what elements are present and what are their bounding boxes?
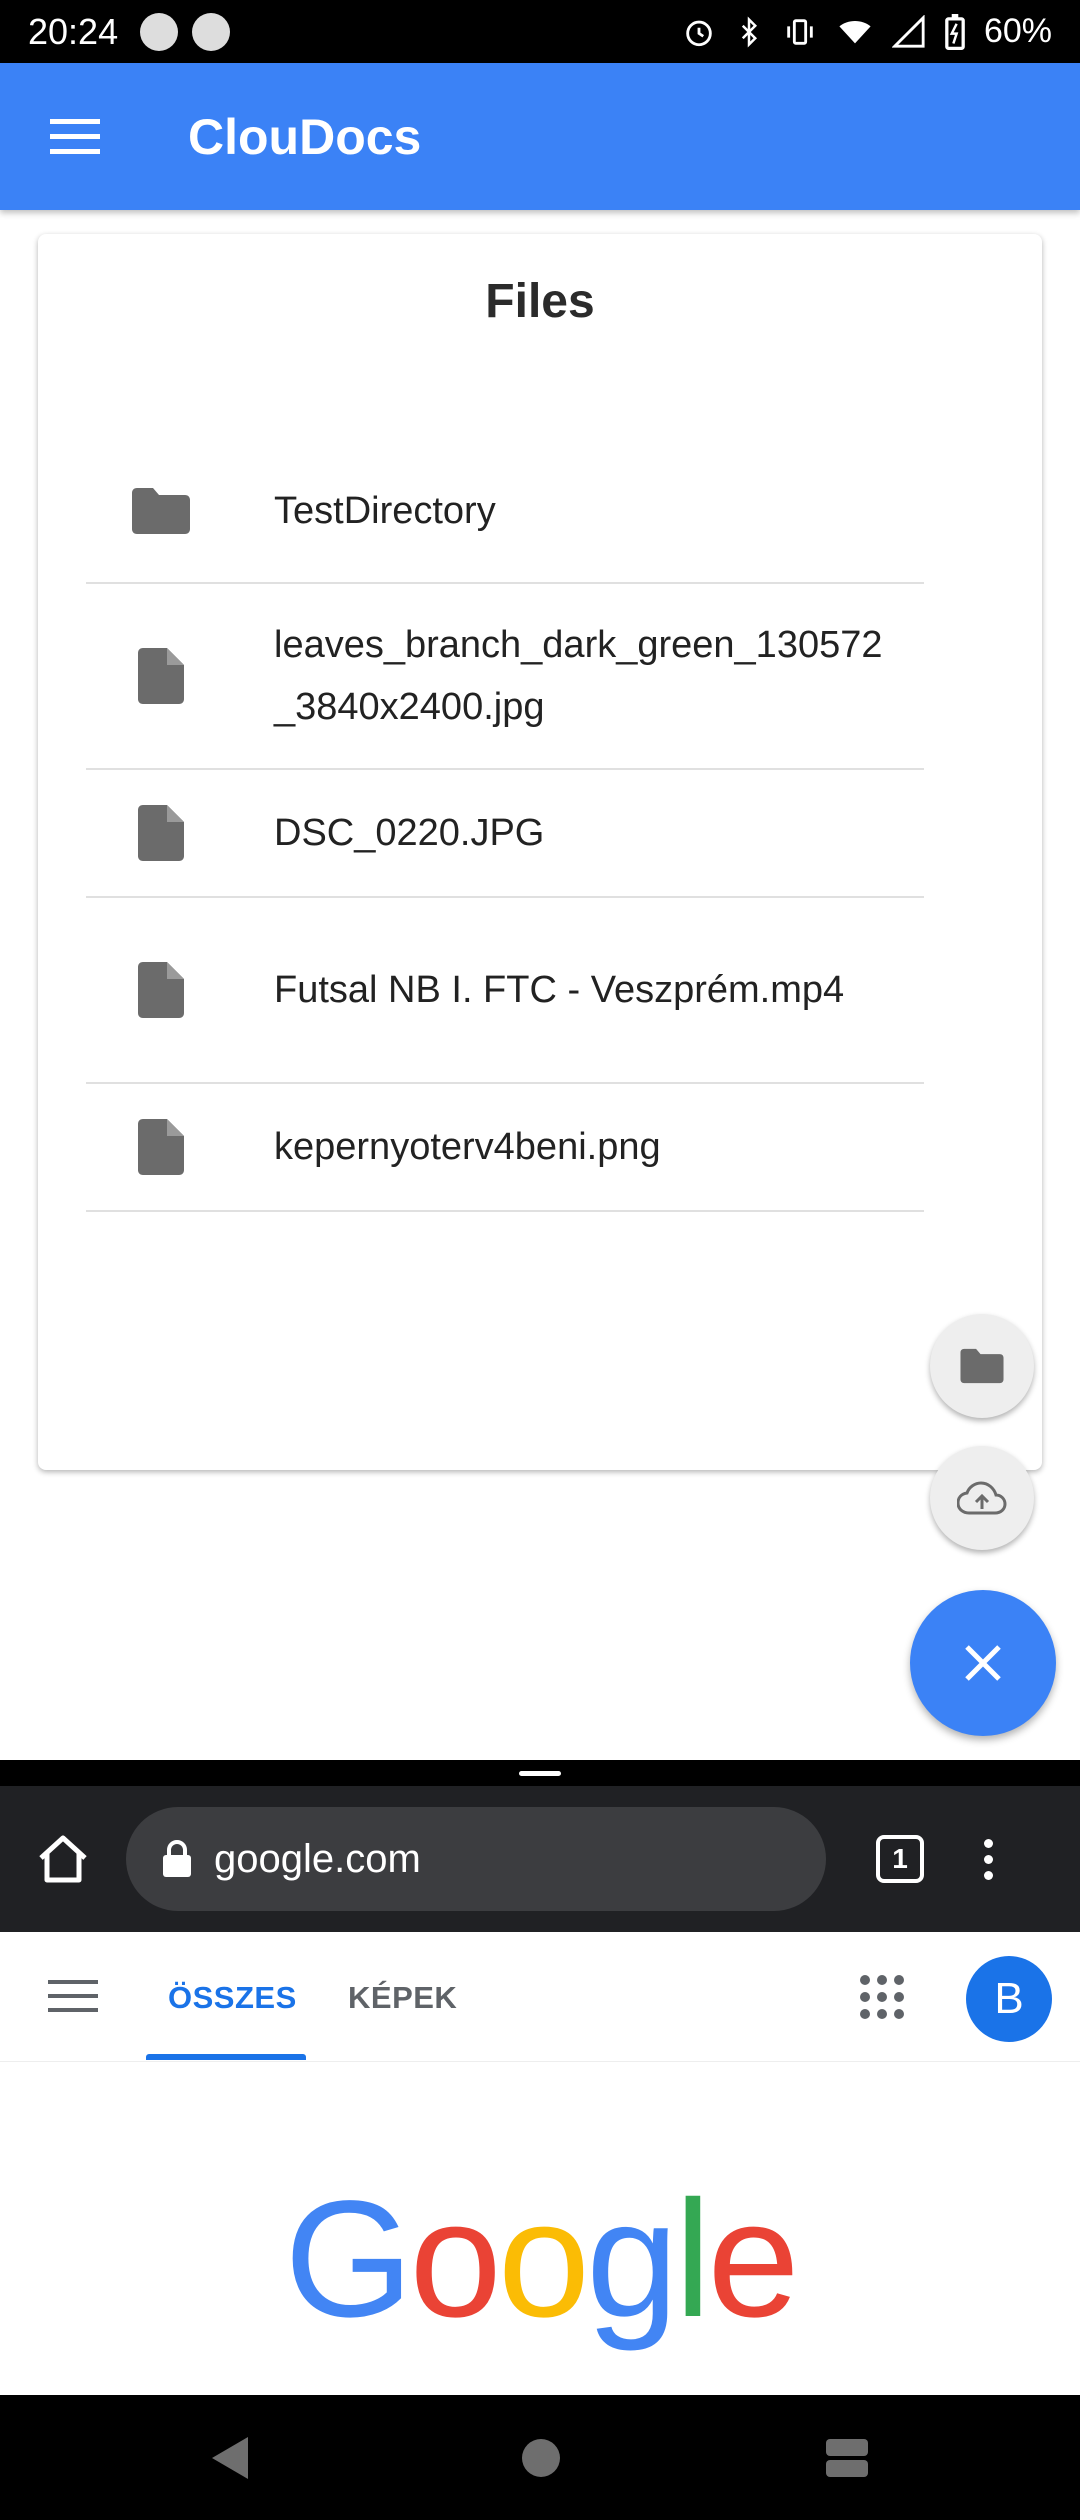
folder-icon xyxy=(960,1348,1004,1384)
folder-icon xyxy=(132,488,190,534)
tab-count: 1 xyxy=(892,1843,908,1874)
file-name: leaves_branch_dark_green_130572_3840x240… xyxy=(274,624,883,728)
active-tab-indicator xyxy=(146,2054,306,2060)
folder-row[interactable]: TestDirectory xyxy=(86,440,924,584)
file-icon xyxy=(138,1119,184,1175)
notification-icons xyxy=(140,12,231,51)
google-logo: Google xyxy=(284,2167,799,2352)
notification-icon xyxy=(192,12,231,51)
file-name: kepernyoterv4beni.png xyxy=(274,1126,661,1168)
more-options-icon[interactable] xyxy=(984,1838,993,1880)
file-name: TestDirectory xyxy=(274,490,496,532)
wifi-icon xyxy=(839,20,871,43)
google-header: ÖSSZES KÉPEK B xyxy=(0,1932,1080,2062)
alarm-icon xyxy=(686,20,712,46)
files-heading: Files xyxy=(485,275,595,328)
menu-button[interactable] xyxy=(0,63,150,210)
tab-images[interactable]: KÉPEK xyxy=(348,1980,457,2016)
app-title: ClouDocs xyxy=(188,108,422,165)
file-row[interactable]: DSC_0220.JPG xyxy=(86,770,924,898)
cloud-upload-icon xyxy=(957,1481,1007,1515)
menu-icon xyxy=(50,118,100,154)
tab-switcher-button[interactable]: 1 xyxy=(876,1835,924,1883)
battery-icon xyxy=(945,13,965,50)
lock-icon xyxy=(162,1840,192,1878)
battery-percent: 60% xyxy=(983,12,1052,50)
back-icon[interactable] xyxy=(208,2435,252,2481)
browser-toolbar: google.com 1 xyxy=(0,1786,1080,1932)
notification-icon xyxy=(140,12,179,51)
avatar[interactable]: B xyxy=(966,1956,1052,2042)
home-icon xyxy=(39,1835,87,1883)
url-text: google.com xyxy=(214,1836,421,1881)
app-bar: ClouDocs xyxy=(0,63,1080,210)
file-row[interactable]: leaves_branch_dark_green_130572_3840x240… xyxy=(86,584,924,770)
file-row[interactable]: Futsal NB I. FTC - Veszprém.mp4 xyxy=(86,898,924,1084)
status-bar: 20:24 60% xyxy=(0,0,1080,63)
file-icon xyxy=(138,648,184,704)
system-navigation-bar xyxy=(0,2395,1080,2520)
close-icon xyxy=(965,1645,1001,1681)
status-icons: 60% xyxy=(682,12,1052,51)
avatar-letter: B xyxy=(994,1974,1024,2023)
apps-grid-icon[interactable] xyxy=(860,1975,904,2019)
divider-handle[interactable] xyxy=(519,1770,561,1776)
tab-all[interactable]: ÖSSZES xyxy=(168,1980,297,2016)
file-name: DSC_0220.JPG xyxy=(274,812,545,854)
recents-icon[interactable] xyxy=(824,2435,870,2481)
status-time: 20:24 xyxy=(28,10,119,52)
file-list: TestDirectory leaves_branch_dark_green_1… xyxy=(86,440,924,1212)
upload-button[interactable] xyxy=(930,1446,1034,1550)
file-row[interactable]: kepernyoterv4beni.png xyxy=(86,1084,924,1212)
close-fab-button[interactable] xyxy=(910,1590,1056,1736)
signal-icon xyxy=(891,14,925,48)
file-icon xyxy=(138,962,184,1018)
split-screen-divider[interactable] xyxy=(0,1760,1080,1786)
new-folder-button[interactable] xyxy=(930,1314,1034,1418)
menu-icon[interactable] xyxy=(48,1978,98,2014)
address-bar[interactable]: google.com xyxy=(126,1807,826,1911)
home-nav-icon[interactable] xyxy=(520,2435,562,2481)
bluetooth-icon xyxy=(741,15,757,48)
vibrate-icon xyxy=(787,18,813,45)
home-button[interactable] xyxy=(0,1834,126,1884)
file-icon xyxy=(138,805,184,861)
file-name: Futsal NB I. FTC - Veszprém.mp4 xyxy=(274,969,845,1011)
